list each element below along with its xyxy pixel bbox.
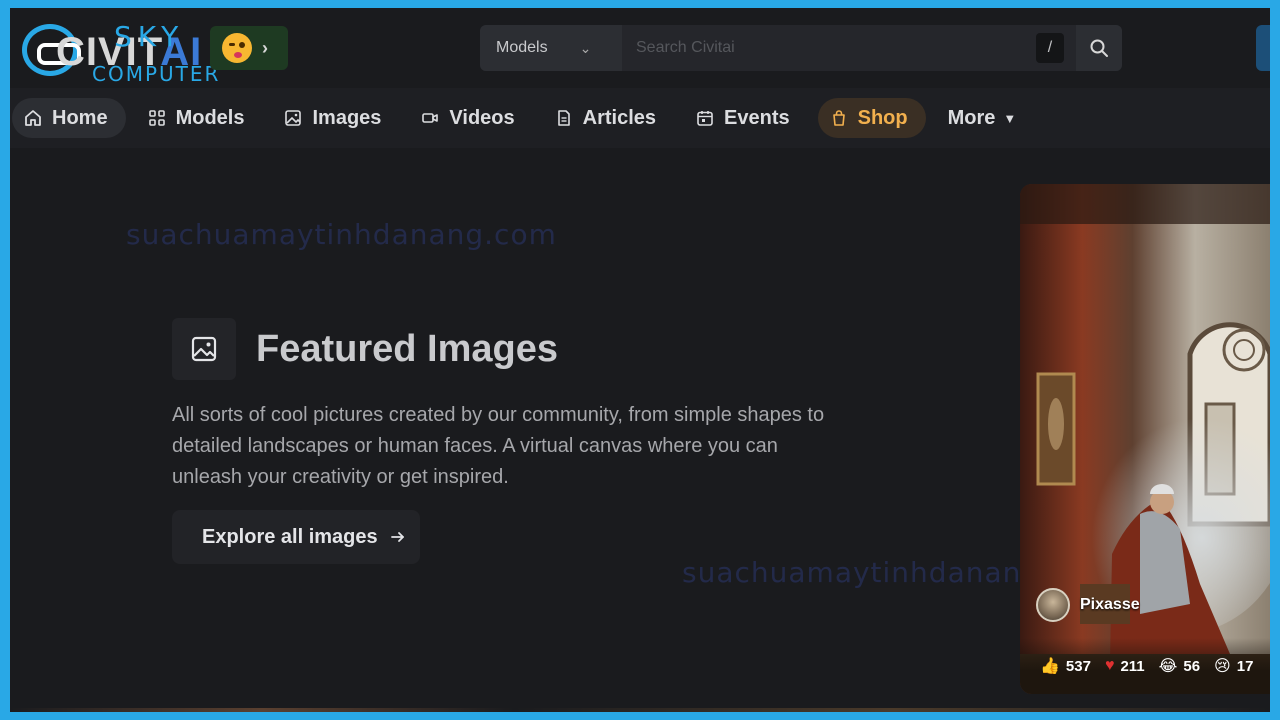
nav-label: Events xyxy=(724,106,790,129)
document-icon xyxy=(557,110,570,126)
create-button[interactable] xyxy=(1256,25,1270,71)
home-icon xyxy=(25,110,41,126)
nav-images[interactable]: Images xyxy=(272,98,399,138)
avatar xyxy=(1036,588,1070,622)
image-icon xyxy=(191,336,217,362)
laugh-icon: 😂 xyxy=(1158,658,1178,675)
chevron-down-icon: ⌄ xyxy=(579,39,592,56)
nav-label: Models xyxy=(175,106,245,129)
search-bar: Models ⌄ / xyxy=(480,25,1122,71)
app-frame: CIVITAI SKY COMPUTER › Models ⌄ / xyxy=(10,8,1270,712)
thumbs-up-icon: 👍 xyxy=(1040,658,1060,675)
reaction-heart[interactable]: ♥ 211 xyxy=(1105,657,1145,675)
image-icon xyxy=(285,110,302,126)
explore-all-images-button[interactable]: Explore all images xyxy=(172,510,420,564)
nav-label: Images xyxy=(312,106,382,129)
nav-label: More xyxy=(947,106,996,129)
calendar-icon xyxy=(697,111,713,126)
watermark-sky: SKY xyxy=(114,20,185,53)
search-input[interactable] xyxy=(622,25,1036,71)
author-username: Pixasse xyxy=(1080,596,1140,613)
nav-home[interactable]: Home xyxy=(12,98,126,138)
watermark-text: suachuamaytinhdanang.com xyxy=(126,218,557,251)
search-category-select[interactable]: Models ⌄ xyxy=(480,25,622,71)
nav-videos[interactable]: Videos xyxy=(409,98,532,138)
reaction-bar: 👍 537 ♥ 211 😂 56 😢 17 xyxy=(1020,638,1270,694)
arrow-right-icon xyxy=(390,532,404,542)
nav-articles[interactable]: Articles xyxy=(543,98,674,138)
logo[interactable]: CIVITAI SKY COMPUTER xyxy=(18,18,218,86)
video-icon xyxy=(422,113,439,123)
grid-icon xyxy=(148,110,165,126)
nav-label: Shop xyxy=(857,106,908,129)
kissing-face-icon xyxy=(222,33,252,63)
next-row-preview xyxy=(10,708,1270,712)
heart-icon: ♥ xyxy=(1104,657,1115,674)
search-icon xyxy=(1090,39,1108,57)
reaction-count: 537 xyxy=(1065,657,1091,675)
reaction-sad[interactable]: 😢 17 xyxy=(1214,656,1253,676)
reaction-like[interactable]: 👍 537 xyxy=(1040,656,1091,676)
section-description: All sorts of cool pictures created by ou… xyxy=(172,404,825,488)
search-button[interactable] xyxy=(1076,25,1122,71)
nav-models[interactable]: Models xyxy=(136,98,263,138)
featured-images-icon-box xyxy=(172,318,236,380)
main-nav: Home Models Images Videos Articles Event… xyxy=(10,88,1270,148)
nav-events[interactable]: Events xyxy=(684,98,808,138)
shopping-bag-icon xyxy=(832,110,845,126)
section-title: Featured Images xyxy=(256,328,558,370)
chevron-right-icon: › xyxy=(262,37,268,58)
search-shortcut-key: / xyxy=(1036,33,1064,63)
search-category-label: Models xyxy=(496,39,548,56)
nav-label: Videos xyxy=(449,106,515,129)
watermark-computer: COMPUTER xyxy=(92,62,221,86)
reaction-count: 211 xyxy=(1120,657,1145,675)
nav-shop[interactable]: Shop xyxy=(817,98,926,138)
reaction-count: 17 xyxy=(1236,657,1254,675)
sad-icon: 😢 xyxy=(1214,658,1231,675)
top-header: CIVITAI SKY COMPUTER › Models ⌄ / xyxy=(10,8,1270,88)
card-author[interactable]: Pixasse xyxy=(1036,588,1140,622)
featured-image-card[interactable]: Pixasse 👍 537 ♥ 211 😂 56 😢 17 xyxy=(1020,184,1270,694)
caret-down-icon: ▼ xyxy=(1003,110,1017,126)
explore-button-label: Explore all images xyxy=(202,525,378,548)
reaction-count: 56 xyxy=(1183,657,1201,675)
nav-label: Home xyxy=(52,106,108,129)
nav-label: Articles xyxy=(582,106,657,129)
nav-more[interactable]: More ▼ xyxy=(936,98,1035,138)
emoji-menu-button[interactable]: › xyxy=(210,26,288,70)
reaction-laugh[interactable]: 😂 56 xyxy=(1159,656,1200,676)
